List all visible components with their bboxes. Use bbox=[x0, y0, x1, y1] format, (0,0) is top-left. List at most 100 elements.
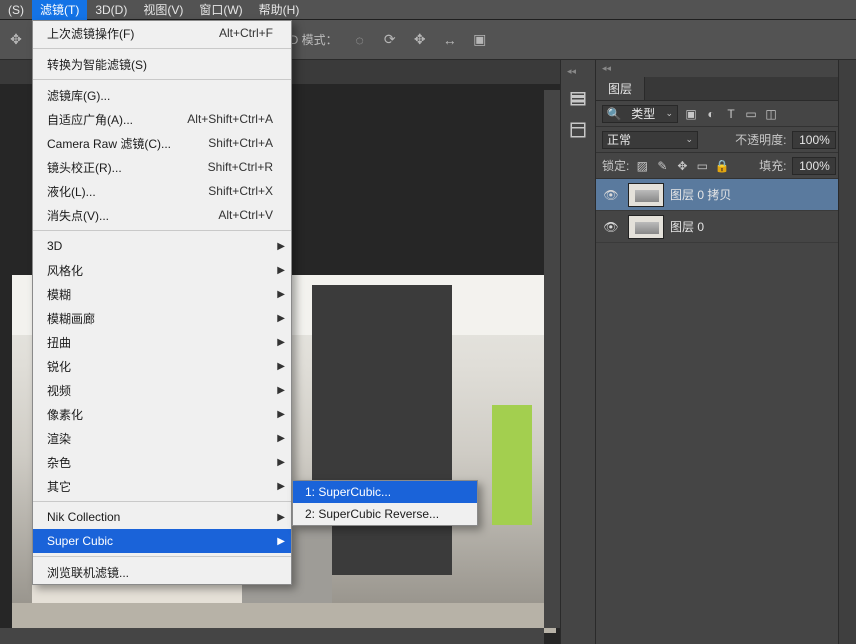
layer-list: 👁 图层 0 拷贝 👁 图层 0 bbox=[596, 179, 856, 644]
menu-separator bbox=[33, 79, 291, 80]
mi-distort[interactable]: 扭曲▶ bbox=[33, 330, 291, 354]
menu-separator bbox=[33, 230, 291, 231]
mi-blur-gallery[interactable]: 模糊画廊▶ bbox=[33, 306, 291, 330]
search-icon: 🔍 bbox=[607, 107, 621, 121]
filter-smart-icon[interactable]: ◫ bbox=[764, 107, 778, 121]
tool-move-icon[interactable]: ✥ bbox=[8, 32, 24, 48]
layer-name[interactable]: 图层 0 拷贝 bbox=[670, 186, 731, 203]
filter-type-icon[interactable]: T bbox=[724, 107, 738, 121]
filter-type-select[interactable]: 🔍 类型 ⌄ bbox=[602, 105, 678, 123]
panel-tabs: 图层 ≡ bbox=[596, 77, 856, 101]
right-column: ◂◂ ◂◂ 图层 ≡ 🔍 类型 ⌄ ▣ ◐ bbox=[560, 60, 856, 644]
opacity-input[interactable]: 100% bbox=[792, 131, 836, 149]
mi-nik-collection[interactable]: Nik Collection▶ bbox=[33, 505, 291, 529]
mi-render[interactable]: 渲染▶ bbox=[33, 426, 291, 450]
blend-mode-value: 正常 bbox=[607, 131, 631, 148]
scrollbar-horizontal[interactable] bbox=[0, 628, 544, 644]
right-edge-strip bbox=[838, 60, 856, 644]
scrollbar-vertical[interactable] bbox=[544, 90, 560, 628]
mi-sharpen[interactable]: 锐化▶ bbox=[33, 354, 291, 378]
properties-panel-icon[interactable] bbox=[565, 119, 591, 141]
layer-thumbnail[interactable] bbox=[628, 183, 664, 207]
submenu-arrow-icon: ▶ bbox=[277, 337, 285, 348]
mi-3d[interactable]: 3D▶ bbox=[33, 234, 291, 258]
menu-label: 模糊 bbox=[47, 286, 273, 303]
fill-input[interactable]: 100% bbox=[792, 157, 836, 175]
blend-mode-select[interactable]: 正常 ⌄ bbox=[602, 131, 698, 149]
menu-label: 转换为智能滤镜(S) bbox=[47, 56, 273, 73]
mi-filter-gallery[interactable]: 滤镜库(G)... bbox=[33, 83, 291, 107]
menu-help[interactable]: 帮助(H) bbox=[251, 0, 308, 20]
pan-icon[interactable]: ✥ bbox=[412, 32, 428, 48]
menubar: (S) 滤镜(T) 3D(D) 视图(V) 窗口(W) 帮助(H) bbox=[0, 0, 856, 20]
filter-shape-icon[interactable]: ▭ bbox=[744, 107, 758, 121]
menu-label: 渲染 bbox=[47, 430, 273, 447]
mi-camera-raw[interactable]: Camera Raw 滤镜(C)...Shift+Ctrl+A bbox=[33, 131, 291, 155]
menu-label: 浏览联机滤镜... bbox=[47, 564, 273, 581]
strip-grip-icon[interactable]: ◂◂ bbox=[561, 66, 576, 77]
tab-layers[interactable]: 图层 bbox=[596, 77, 645, 100]
mi-noise[interactable]: 杂色▶ bbox=[33, 450, 291, 474]
visibility-eye-icon[interactable]: 👁 bbox=[600, 188, 622, 202]
mi-pixelate[interactable]: 像素化▶ bbox=[33, 402, 291, 426]
menu-view[interactable]: 视图(V) bbox=[135, 0, 191, 20]
menu-filter[interactable]: 滤镜(T) bbox=[32, 0, 87, 20]
layer-name[interactable]: 图层 0 bbox=[670, 218, 704, 235]
mi-last-filter[interactable]: 上次滤镜操作(F) Alt+Ctrl+F bbox=[33, 21, 291, 45]
menu-shortcut: Alt+Shift+Ctrl+A bbox=[187, 112, 273, 126]
mi-liquify[interactable]: 液化(L)...Shift+Ctrl+X bbox=[33, 179, 291, 203]
menu-label: 视频 bbox=[47, 382, 273, 399]
menu-shortcut: Shift+Ctrl+X bbox=[208, 184, 273, 198]
orbit-icon[interactable]: ◌ bbox=[352, 32, 368, 48]
submenu-arrow-icon: ▶ bbox=[277, 481, 285, 492]
filter-type-label: 类型 bbox=[631, 105, 655, 122]
lock-pixels-icon[interactable]: ✎ bbox=[655, 159, 669, 173]
menu-label: Super Cubic bbox=[47, 534, 273, 548]
menu-select[interactable]: (S) bbox=[0, 1, 32, 19]
menu-3d[interactable]: 3D(D) bbox=[87, 1, 135, 19]
lock-transparency-icon[interactable]: ▨ bbox=[635, 159, 649, 173]
layer-row[interactable]: 👁 图层 0 拷贝 bbox=[596, 179, 856, 211]
mi-lens-correction[interactable]: 镜头校正(R)...Shift+Ctrl+R bbox=[33, 155, 291, 179]
mi-supercubic[interactable]: 1: SuperCubic... bbox=[293, 481, 477, 503]
collapsed-panel-strip: ◂◂ bbox=[560, 60, 596, 644]
menu-label: 液化(L)... bbox=[47, 183, 208, 200]
menu-shortcut: Alt+Ctrl+F bbox=[219, 26, 273, 40]
menu-label: 杂色 bbox=[47, 454, 273, 471]
super-cubic-submenu: 1: SuperCubic... 2: SuperCubic Reverse..… bbox=[292, 480, 478, 526]
filter-pixel-icon[interactable]: ▣ bbox=[684, 107, 698, 121]
blend-mode-row: 正常 ⌄ 不透明度: 100% ⌄ bbox=[596, 127, 856, 153]
lock-row: 锁定: ▨ ✎ ✥ ▭ 🔒 填充: 100% ⌄ bbox=[596, 153, 856, 179]
menu-label: Camera Raw 滤镜(C)... bbox=[47, 135, 208, 152]
slide-icon[interactable]: ↔ bbox=[442, 32, 458, 48]
layer-thumbnail[interactable] bbox=[628, 215, 664, 239]
menu-separator bbox=[33, 556, 291, 557]
mi-adaptive-wide[interactable]: 自适应广角(A)...Alt+Shift+Ctrl+A bbox=[33, 107, 291, 131]
layer-row[interactable]: 👁 图层 0 bbox=[596, 211, 856, 243]
roll-icon[interactable]: ⟳ bbox=[382, 32, 398, 48]
history-panel-icon[interactable] bbox=[565, 87, 591, 109]
mi-vanishing-point[interactable]: 消失点(V)...Alt+Ctrl+V bbox=[33, 203, 291, 227]
mi-super-cubic[interactable]: Super Cubic▶ bbox=[33, 529, 291, 553]
menu-label: 3D bbox=[47, 239, 273, 253]
menu-window[interactable]: 窗口(W) bbox=[191, 0, 250, 20]
visibility-eye-icon[interactable]: 👁 bbox=[600, 220, 622, 234]
zoom-icon[interactable]: ▣ bbox=[472, 32, 488, 48]
menu-label: 上次滤镜操作(F) bbox=[47, 25, 219, 42]
lock-position-icon[interactable]: ✥ bbox=[675, 159, 689, 173]
mi-blur[interactable]: 模糊▶ bbox=[33, 282, 291, 306]
lock-artboard-icon[interactable]: ▭ bbox=[695, 159, 709, 173]
filter-adjust-icon[interactable]: ◐ bbox=[704, 107, 718, 121]
menu-label: 风格化 bbox=[47, 262, 273, 279]
panel-grip-icon[interactable]: ◂◂ bbox=[596, 60, 617, 77]
mi-browse-online[interactable]: 浏览联机滤镜... bbox=[33, 560, 291, 584]
submenu-arrow-icon: ▶ bbox=[277, 512, 285, 523]
mi-video[interactable]: 视频▶ bbox=[33, 378, 291, 402]
mi-supercubic-reverse[interactable]: 2: SuperCubic Reverse... bbox=[293, 503, 477, 525]
menu-label: 自适应广角(A)... bbox=[47, 111, 187, 128]
lock-all-icon[interactable]: 🔒 bbox=[715, 159, 729, 173]
mi-convert-smart[interactable]: 转换为智能滤镜(S) bbox=[33, 52, 291, 76]
mi-stylize[interactable]: 风格化▶ bbox=[33, 258, 291, 282]
menu-label: 滤镜库(G)... bbox=[47, 87, 273, 104]
mi-other[interactable]: 其它▶ bbox=[33, 474, 291, 498]
